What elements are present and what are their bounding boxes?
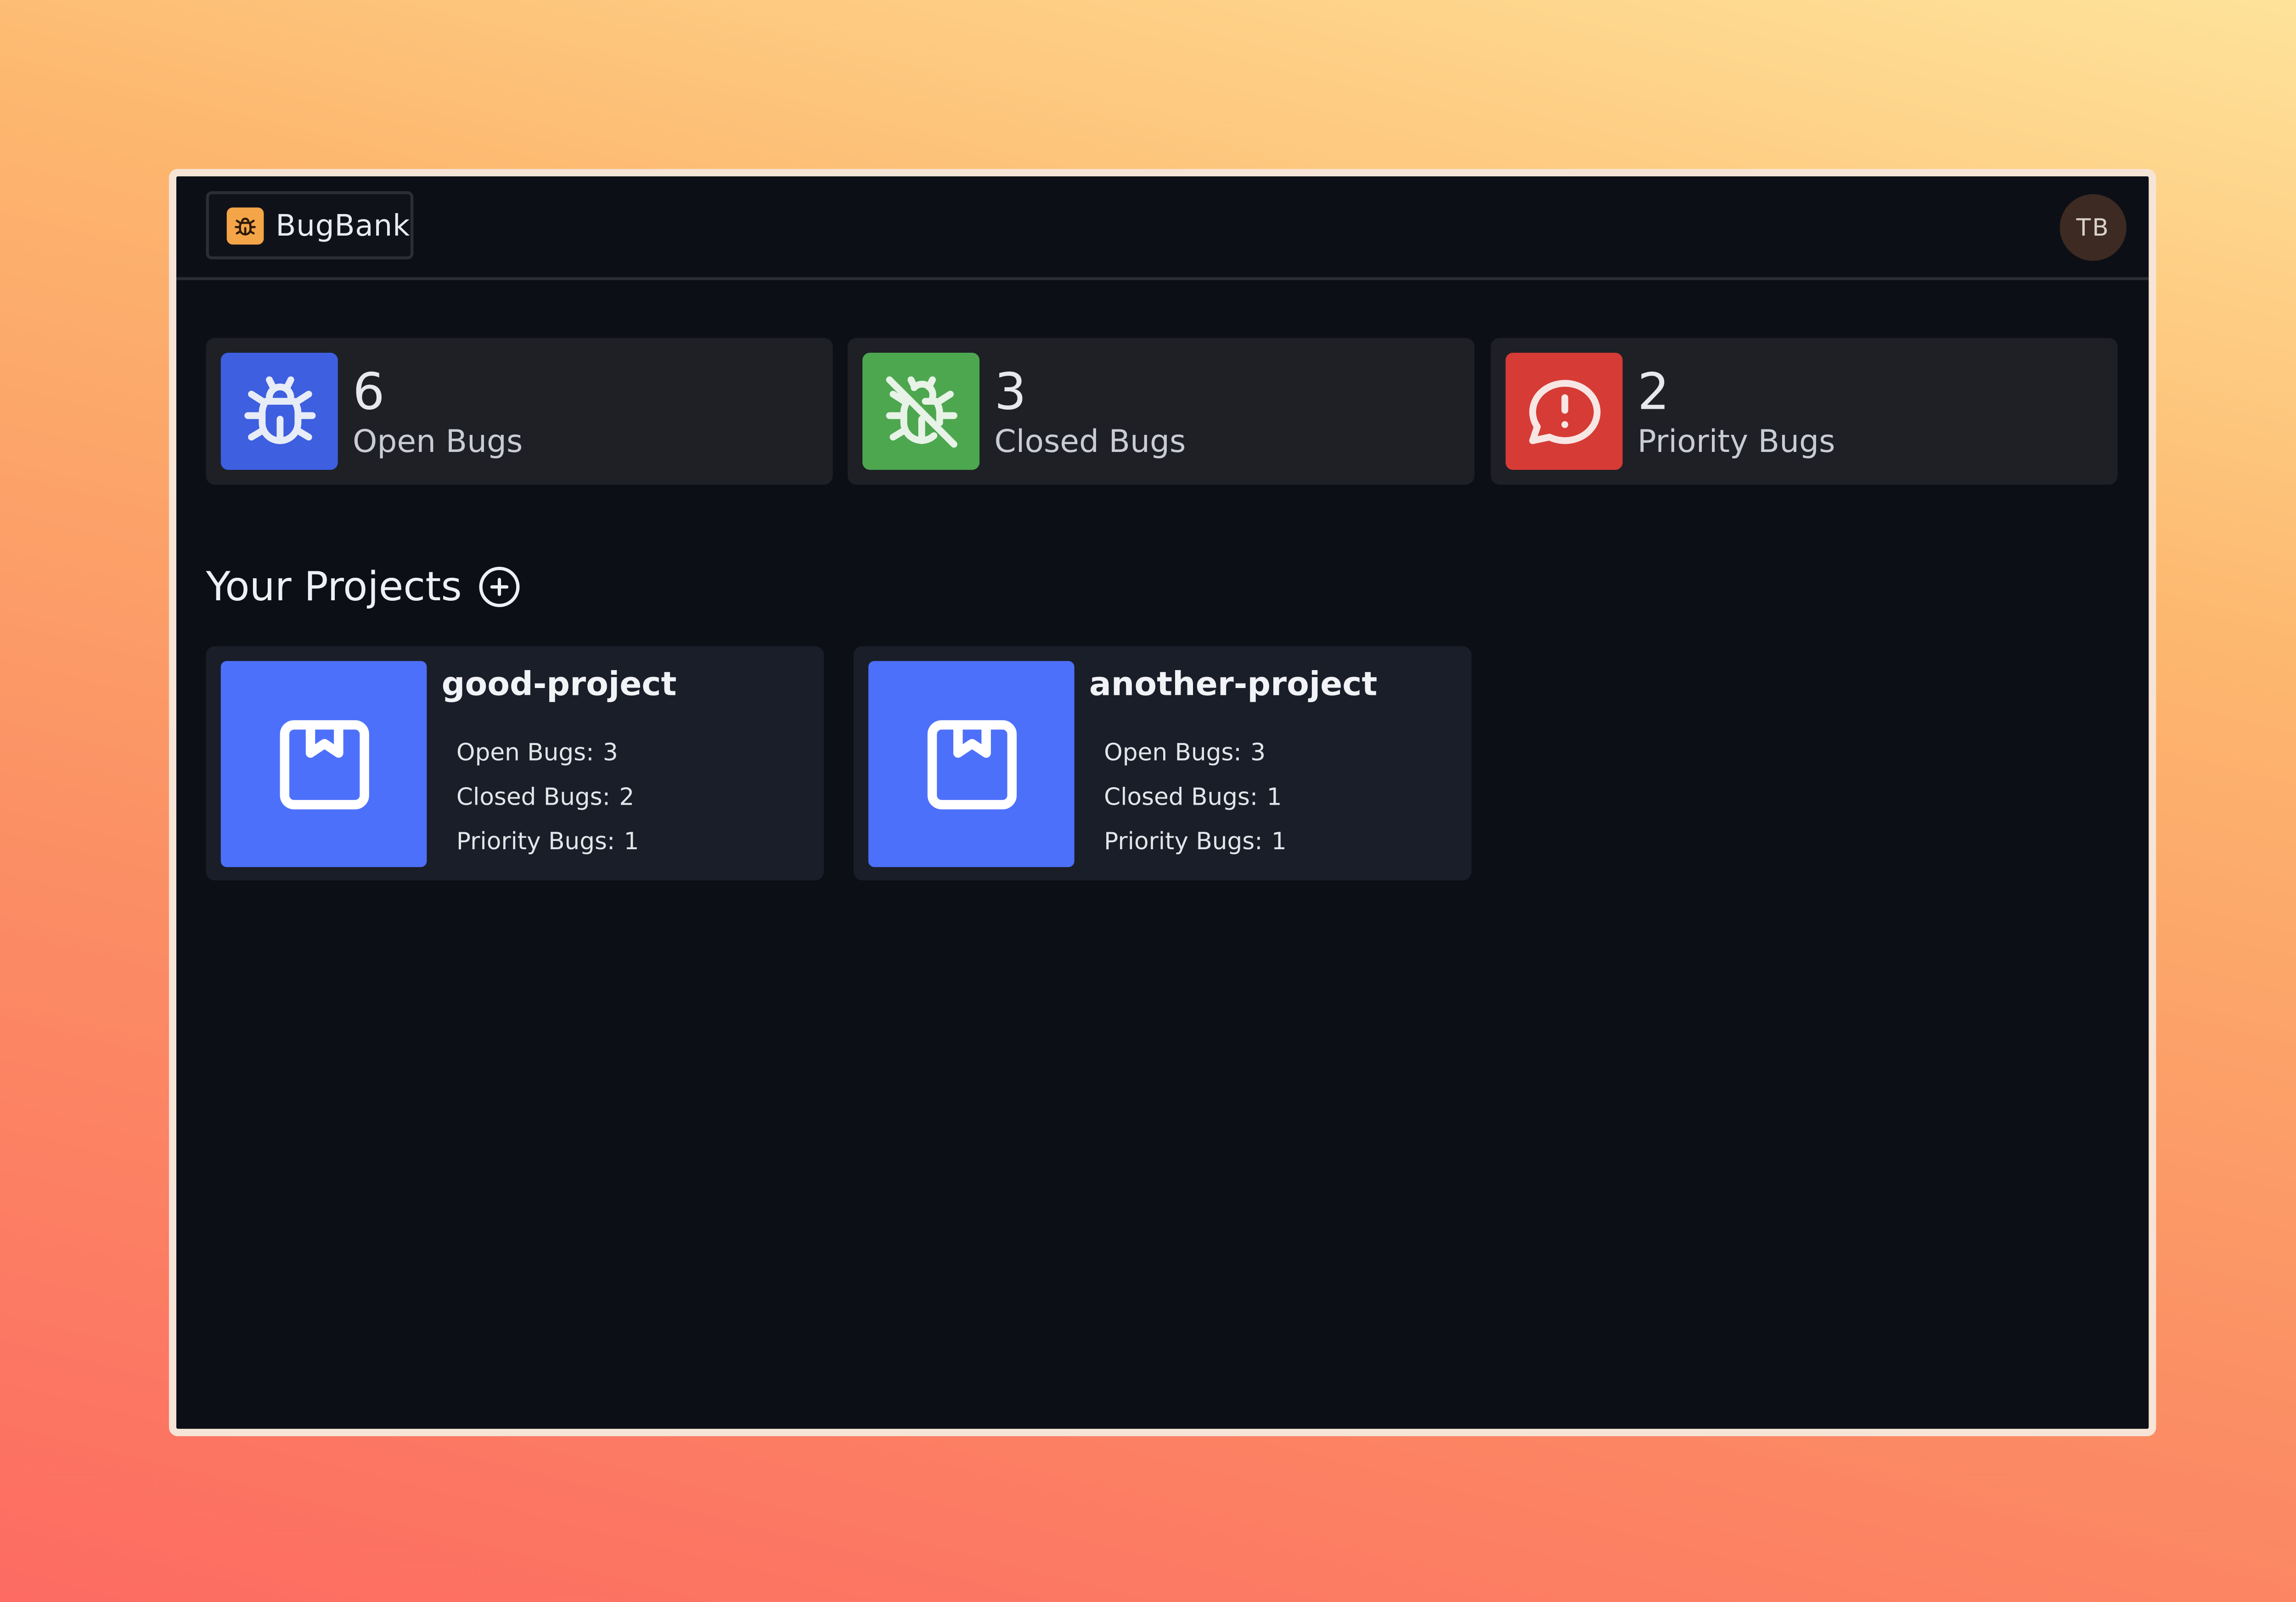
page-stage: BugBank TB 6 Open Bugs 3 Closed Bugs 2 P… [0,0,2296,1602]
priority-bugs-card[interactable]: 2 Priority Bugs [1491,338,2118,485]
add-project-button[interactable] [477,565,521,609]
project-name: another-project [1089,667,1378,704]
project-priority-bugs: Priority Bugs: 1 [456,827,639,856]
user-avatar[interactable]: TB [2060,194,2127,261]
open-bugs-count: 6 [353,363,385,423]
project-open-bugs: Open Bugs: 3 [1104,738,1266,767]
project-priority-bugs: Priority Bugs: 1 [1104,827,1287,856]
project-open-bugs: Open Bugs: 3 [456,738,618,767]
project-closed-bugs: Closed Bugs: 2 [456,785,634,809]
project-closed-bugs: Closed Bugs: 1 [1104,785,1282,809]
priority-bugs-label: Priority Bugs [1637,423,1835,460]
bookmark-box-icon [868,661,1075,867]
bug-off-icon [862,353,980,470]
projects-heading: Your Projects [206,565,521,609]
closed-bugs-label: Closed Bugs: [1104,782,1258,811]
priority-bugs-count: 2 [1637,363,1670,423]
closed-bugs-card[interactable]: 3 Closed Bugs [847,338,1474,485]
plus-circle-icon [478,566,519,607]
open-bugs-label: Open Bugs [353,423,523,460]
closed-bugs-value: 2 [619,782,635,811]
closed-bugs-value: 1 [1266,782,1282,811]
open-bugs-value: 3 [1250,738,1266,767]
top-bar: BugBank TB [176,176,2149,280]
open-bugs-label: Open Bugs: [1104,738,1242,767]
priority-bugs-label: Priority Bugs: [1104,827,1263,856]
app-window: BugBank TB 6 Open Bugs 3 Closed Bugs 2 P… [169,169,2156,1437]
priority-bugs-value: 1 [624,827,639,856]
bug-icon [220,353,338,470]
brand-name: BugBank [276,207,411,243]
project-name: good-project [441,667,677,704]
closed-bugs-count: 3 [994,363,1027,423]
brand-home-link[interactable]: BugBank [206,191,414,259]
alert-message-icon [1505,353,1623,470]
project-card-another-project[interactable]: another-project Open Bugs: 3 Closed Bugs:… [853,646,1472,880]
priority-bugs-value: 1 [1271,827,1287,856]
open-bugs-label: Open Bugs: [456,738,594,767]
bookmark-box-icon [220,661,427,867]
closed-bugs-label: Closed Bugs: [456,782,610,811]
projects-title: Your Projects [206,564,462,610]
open-bugs-card[interactable]: 6 Open Bugs [206,338,833,485]
priority-bugs-label: Priority Bugs: [456,827,615,856]
project-card-good-project[interactable]: good-project Open Bugs: 3 Closed Bugs: 2 P… [206,646,824,880]
bug-icon [226,207,264,244]
open-bugs-value: 3 [602,738,618,767]
closed-bugs-label: Closed Bugs [994,423,1186,460]
